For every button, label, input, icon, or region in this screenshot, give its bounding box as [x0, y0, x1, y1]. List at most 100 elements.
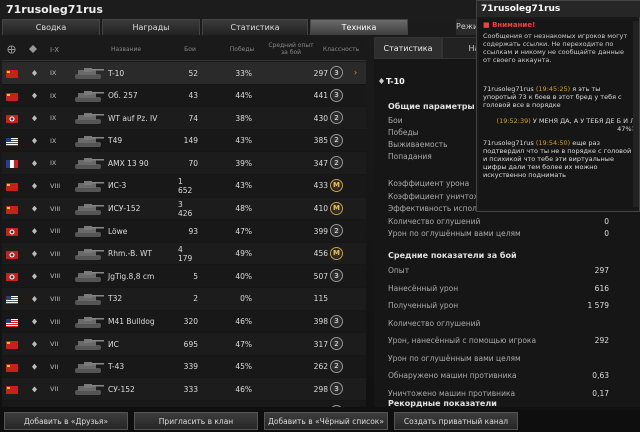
tank-icon	[74, 360, 104, 374]
avg-xp: 115	[313, 294, 328, 304]
tank-name: Rhm.-B. WT	[108, 249, 153, 259]
tank-icon	[74, 156, 104, 170]
table-row[interactable]: VII С-51973 50% 3563	[2, 400, 366, 407]
tier-filter-icon[interactable]: I-X	[46, 37, 64, 61]
battles: 695	[183, 339, 198, 349]
mastery-badge-icon: 2	[330, 133, 343, 147]
tier: IX	[50, 91, 57, 100]
win-rate: 50%	[232, 401, 252, 407]
table-row[interactable]: VIII ИСУ-152 3 426 48% 410 M	[2, 197, 366, 221]
stat-label: Урон по оглушённым вами целям	[388, 229, 521, 238]
table-row[interactable]: IX Об. 257 43 44% 441 3	[2, 84, 366, 108]
stat-label: Полученный урон	[388, 301, 459, 310]
details-tab-statistics[interactable]: Статистика	[374, 37, 442, 59]
win-rate: 49%	[235, 249, 252, 259]
tank-class-icon	[32, 341, 37, 348]
table-row[interactable]: VII T-43 339 45% 262 2	[2, 355, 366, 379]
tier: VII	[50, 385, 59, 394]
tier: VIII	[50, 317, 61, 326]
blacklist-button[interactable]: Добавить в «Чёрный список»	[264, 412, 388, 430]
stat-value: 616	[594, 283, 609, 293]
window-title: 71rusoleg71rus	[6, 3, 103, 16]
tier: VII	[50, 362, 59, 371]
stat-value: 0,17	[592, 388, 609, 398]
chat-scrollbar[interactable]	[633, 21, 639, 207]
stat-label: Урон по оглушённым вами целям	[388, 353, 521, 363]
tank-icon	[74, 134, 104, 148]
battles: 43	[188, 91, 198, 101]
tank-name: T-10	[108, 68, 125, 78]
tank-icon	[74, 111, 104, 125]
action-bar: Добавить в «Друзья» Пригласить в клан До…	[0, 410, 640, 432]
invite-clan-button[interactable]: Пригласить в клан	[134, 412, 258, 430]
col-mastery[interactable]: Классность	[318, 37, 364, 61]
private-channel-button[interactable]: Создать приватный канал	[394, 412, 518, 430]
stat-label: Уничтожено машин противника	[388, 388, 516, 398]
mastery-badge-icon: 2	[330, 224, 343, 238]
table-row[interactable]: IX AMX 13 90 70 39% 347 2	[2, 152, 366, 175]
tank-class-icon	[32, 386, 37, 393]
stat-label: Победы	[388, 128, 419, 137]
stat-label: Опыт	[388, 266, 410, 275]
tank-name: Löwe	[108, 226, 128, 236]
battles: 1 652	[178, 176, 193, 195]
private-chat-window[interactable]: 71rusoleg71rus ■ Внимание! Сообщения от …	[476, 0, 640, 212]
col-name[interactable]: Название	[96, 37, 156, 61]
win-rate: 0%	[240, 294, 252, 304]
tier: IX	[50, 159, 57, 168]
col-wins[interactable]: Победы	[222, 37, 262, 61]
tank-class-icon	[32, 182, 37, 189]
tab-summary[interactable]: Сводка	[2, 19, 100, 35]
class-filter-icon[interactable]	[26, 37, 40, 61]
tank-class-icon	[32, 137, 37, 144]
stat-label: Выживаемость	[388, 140, 448, 149]
win-rate: 45%	[235, 362, 252, 372]
table-row[interactable]: VIII Löwe 93 47% 399 2	[2, 220, 366, 243]
chat-message: 71rusoleg71rus (19:45:25) я эть ты упоро…	[483, 85, 635, 109]
table-row[interactable]: VIII Rhm.-B. WT 4 179 49% 456 M	[2, 242, 366, 266]
tank-name: Об. 257	[108, 91, 138, 101]
tier: VIII	[50, 204, 61, 213]
nation-flag-icon	[6, 115, 18, 124]
tank-icon	[74, 337, 104, 351]
stat-value: 0	[604, 216, 609, 226]
tab-statistics[interactable]: Статистика	[202, 19, 308, 35]
table-row[interactable]: IX T-10 52 33% 297 3 ›	[2, 62, 366, 85]
avg-xp: 317	[313, 339, 328, 349]
table-row[interactable]: VIII ИС-3 1 652 43% 433 M	[2, 174, 366, 198]
tab-awards[interactable]: Награды	[102, 19, 200, 35]
win-rate: 44%	[235, 91, 252, 101]
win-rate: 38%	[235, 113, 252, 123]
tank-class-icon	[32, 363, 37, 370]
warning-title: ■ Внимание!	[483, 21, 535, 29]
player-profile-window: 71rusoleg71rus Сводка Награды Статистика…	[0, 0, 640, 432]
mastery-badge-icon: 2	[330, 337, 343, 351]
tab-vehicles[interactable]: Техника	[310, 19, 408, 35]
nation-filter-icon[interactable]	[4, 37, 18, 61]
tank-class-icon	[32, 295, 37, 302]
tier: IX	[50, 136, 57, 145]
message-time: (19:45:25)	[535, 85, 571, 93]
battles: 4 179	[178, 244, 193, 263]
stat-label: Количество оглушений	[388, 318, 481, 328]
tank-name: AMX 13 90	[108, 158, 149, 168]
tank-name: ИС-3	[108, 181, 127, 191]
tier: VII	[50, 401, 64, 407]
stat-label: Урон, нанесённый с помощью игрока	[388, 336, 537, 345]
avg-xp: 430	[313, 113, 328, 123]
col-battles[interactable]: Бои	[178, 37, 202, 61]
table-row[interactable]: VIII JgTig.8,8 cm 5 40% 507 3	[2, 265, 366, 288]
table-row[interactable]: IX WT auf Pz. IV 74 38% 430 2	[2, 107, 366, 130]
win-rate: 46%	[235, 317, 252, 327]
table-row[interactable]: VII СУ-152 333 46% 298 3	[2, 378, 366, 401]
tank-class-icon	[32, 160, 37, 167]
nation-flag-icon	[6, 92, 18, 101]
table-row[interactable]: VIII M41 Bulldog 320 46% 398 3	[2, 310, 366, 334]
table-row[interactable]: IX T49 149 43% 385 2	[2, 129, 366, 153]
col-avg-xp[interactable]: Средний опыт за бой	[264, 37, 318, 61]
average-header: Средние показатели за бой	[388, 251, 517, 260]
add-friend-button[interactable]: Добавить в «Друзья»	[4, 412, 128, 430]
avg-xp: 410	[313, 204, 328, 214]
table-row[interactable]: VII ИС 695 47% 317 2	[2, 333, 366, 356]
table-row[interactable]: VIII T32 2 0% 115	[2, 287, 366, 311]
